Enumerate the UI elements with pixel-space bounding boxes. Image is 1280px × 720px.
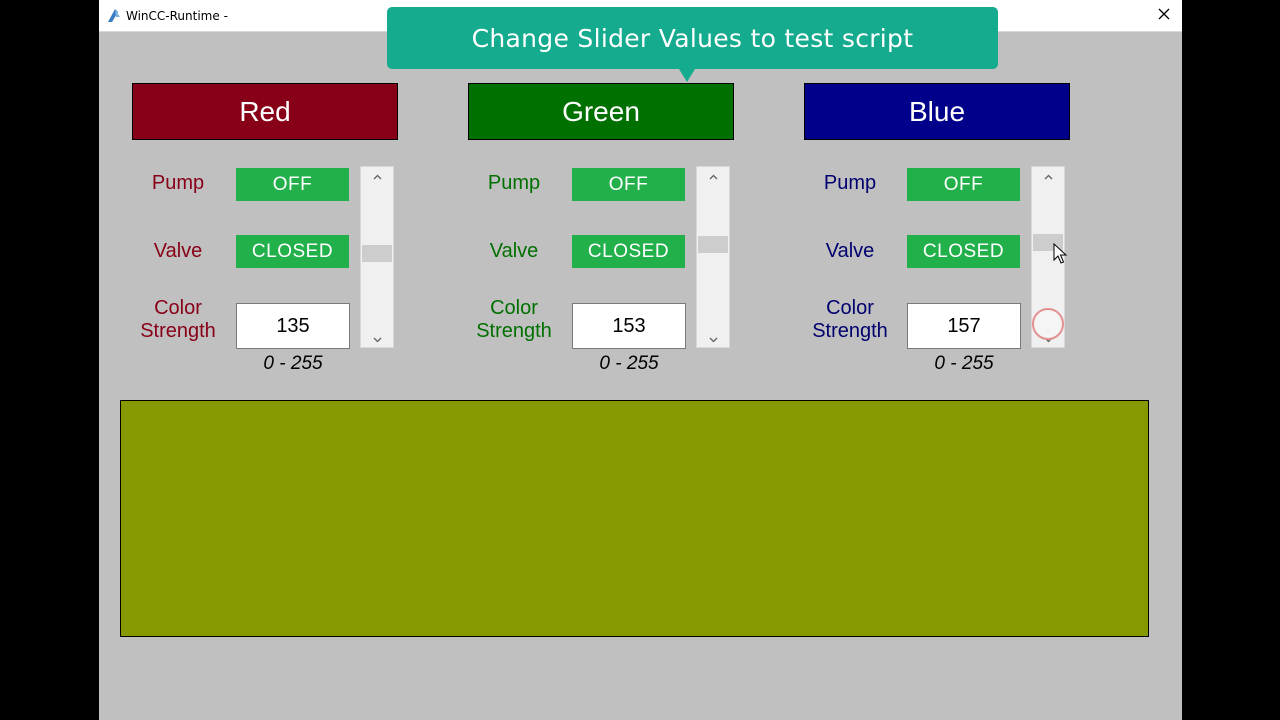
label-line: Color <box>154 297 202 319</box>
green-slider[interactable] <box>696 166 730 348</box>
blue-header: Blue <box>804 83 1070 140</box>
green-slider-thumb[interactable] <box>698 236 728 253</box>
wincc-runtime-window: WinCC-Runtime - Red Pump OFF Valve CLOSE… <box>99 0 1182 720</box>
red-strength-input[interactable]: 135 <box>236 303 350 349</box>
red-slider[interactable] <box>360 166 394 348</box>
chevron-up-icon <box>1044 167 1053 185</box>
chevron-up-icon <box>709 167 718 185</box>
blue-valve-label: Valve <box>825 240 875 262</box>
close-icon <box>1158 7 1170 25</box>
green-pump-button[interactable]: OFF <box>572 168 685 201</box>
red-slider-track[interactable] <box>361 184 393 330</box>
red-header: Red <box>132 83 398 140</box>
window-title: WinCC-Runtime - <box>126 9 228 23</box>
green-pump-label: Pump <box>487 172 541 194</box>
green-header: Green <box>468 83 734 140</box>
red-range-label: 0 - 255 <box>263 353 323 374</box>
red-slider-thumb[interactable] <box>362 245 392 262</box>
blue-pump-label: Pump <box>823 172 877 194</box>
green-color-strength-label: Color Strength <box>469 297 559 343</box>
chevron-up-icon <box>373 167 382 185</box>
label-line: Strength <box>140 320 216 342</box>
chevron-down-icon <box>709 330 718 348</box>
red-valve-button[interactable]: CLOSED <box>236 235 349 268</box>
green-range-label: 0 - 255 <box>599 353 659 374</box>
blue-strength-input[interactable]: 157 <box>907 303 1021 349</box>
green-slider-up-button[interactable] <box>697 167 729 184</box>
mixed-color-panel <box>120 400 1149 637</box>
click-indicator <box>1032 308 1064 340</box>
green-valve-label: Valve <box>489 240 539 262</box>
red-slider-up-button[interactable] <box>361 167 393 184</box>
tooltip-arrow <box>679 69 695 82</box>
green-valve-button[interactable]: CLOSED <box>572 235 685 268</box>
green-slider-down-button[interactable] <box>697 330 729 347</box>
chevron-down-icon <box>373 330 382 348</box>
blue-valve-button[interactable]: CLOSED <box>907 235 1020 268</box>
instruction-tooltip: Change Slider Values to test script <box>387 7 998 69</box>
label-line: Strength <box>476 320 552 342</box>
blue-pump-button[interactable]: OFF <box>907 168 1020 201</box>
red-slider-down-button[interactable] <box>361 330 393 347</box>
label-line: Color <box>490 297 538 319</box>
green-strength-input[interactable]: 153 <box>572 303 686 349</box>
close-button[interactable] <box>1146 0 1182 32</box>
blue-slider-up-button[interactable] <box>1032 167 1064 184</box>
wincc-app-icon <box>106 8 122 24</box>
red-valve-label: Valve <box>153 240 203 262</box>
label-line: Color <box>826 297 874 319</box>
mouse-pointer-icon <box>1053 242 1069 265</box>
label-line: Strength <box>812 320 888 342</box>
blue-range-label: 0 - 255 <box>934 353 994 374</box>
red-pump-button[interactable]: OFF <box>236 168 349 201</box>
blue-color-strength-label: Color Strength <box>805 297 895 343</box>
red-color-strength-label: Color Strength <box>133 297 223 343</box>
red-pump-label: Pump <box>151 172 205 194</box>
green-slider-track[interactable] <box>697 184 729 330</box>
